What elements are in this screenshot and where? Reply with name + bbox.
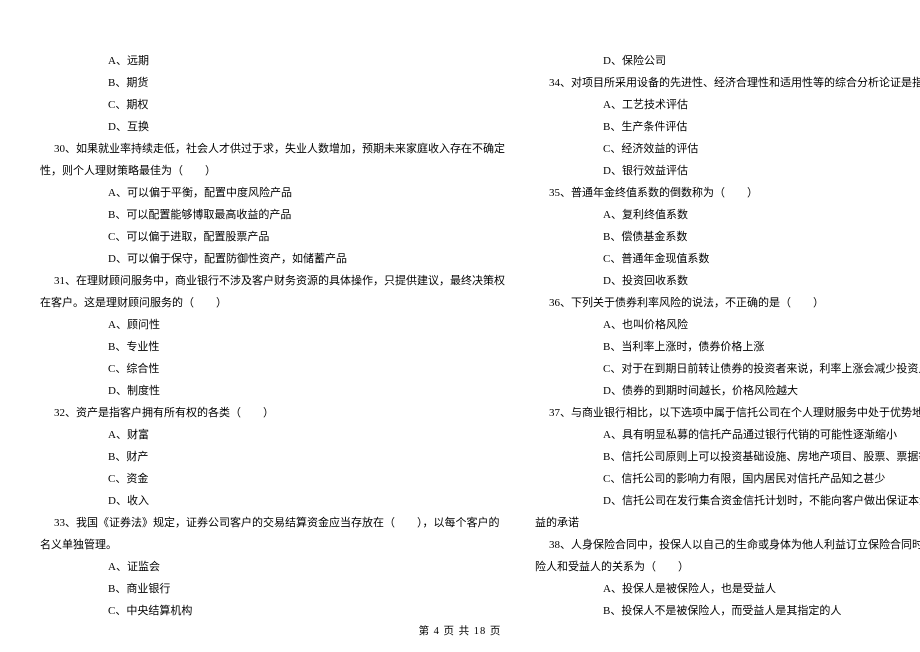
q34-text: 34、对项目所采用设备的先进性、经济合理性和适用性等的综合分析论证是指（ ）	[535, 72, 920, 94]
q33-text-cont: 名义单独管理。	[40, 534, 505, 556]
q34-option-c: C、经济效益的评估	[535, 138, 920, 160]
q31-option-b: B、专业性	[40, 336, 505, 358]
q33-text: 33、我国《证券法》规定，证券公司客户的交易结算资金应当存放在（ ），以每个客户…	[40, 512, 505, 534]
q35-text: 35、普通年金终值系数的倒数称为（ ）	[535, 182, 920, 204]
q32-option-b: B、财产	[40, 446, 505, 468]
q29-option-c: C、期权	[40, 94, 505, 116]
q29-option-d: D、互换	[40, 116, 505, 138]
q31-text-cont: 在客户。这是理财顾问服务的（ ）	[40, 292, 505, 314]
q34-option-b: B、生产条件评估	[535, 116, 920, 138]
q38-text: 38、人身保险合同中，投保人以自己的生命或身体为他人利益订立保险合同时，投保人、…	[535, 534, 920, 556]
q35-option-b: B、偿债基金系数	[535, 226, 920, 248]
q32-text: 32、资产是指客户拥有所有权的各类（ ）	[40, 402, 505, 424]
q36-text: 36、下列关于债券利率风险的说法，不正确的是（ ）	[535, 292, 920, 314]
q37-option-a: A、具有明显私募的信托产品通过银行代销的可能性逐渐缩小	[535, 424, 920, 446]
q35-option-c: C、普通年金现值系数	[535, 248, 920, 270]
q33-option-c: C、中央结算机构	[40, 600, 505, 622]
right-column: D、保险公司 34、对项目所采用设备的先进性、经济合理性和适用性等的综合分析论证…	[535, 50, 920, 622]
q29-option-a: A、远期	[40, 50, 505, 72]
page-footer: 第 4 页 共 18 页	[0, 623, 920, 638]
q38-option-a: A、投保人是被保险人，也是受益人	[535, 578, 920, 600]
q30-option-a: A、可以偏于平衡，配置中度风险产品	[40, 182, 505, 204]
q38-option-b: B、投保人不是被保险人，而受益人是其指定的人	[535, 600, 920, 622]
q37-option-d: D、信托公司在发行集合资金信托计划时，不能向客户做出保证本金的安全以及保证预期收	[535, 490, 920, 512]
q31-option-d: D、制度性	[40, 380, 505, 402]
q31-text: 31、在理财顾问服务中，商业银行不涉及客户财务资源的具体操作，只提供建议，最终决…	[40, 270, 505, 292]
q32-option-a: A、财富	[40, 424, 505, 446]
q30-option-d: D、可以偏于保守，配置防御性资产，如储蓄产品	[40, 248, 505, 270]
q30-option-b: B、可以配置能够博取最高收益的产品	[40, 204, 505, 226]
q36-option-b: B、当利率上涨时，债券价格上涨	[535, 336, 920, 358]
q29-option-b: B、期货	[40, 72, 505, 94]
q32-option-d: D、收入	[40, 490, 505, 512]
q38-text-cont: 险人和受益人的关系为（ ）	[535, 556, 920, 578]
q36-option-c: C、对于在到期日前转让债券的投资者来说，利率上涨会减少投资人的资产收益	[535, 358, 920, 380]
q33-option-d: D、保险公司	[535, 50, 920, 72]
q35-option-a: A、复利终值系数	[535, 204, 920, 226]
q31-option-c: C、综合性	[40, 358, 505, 380]
q37-text-cont: 益的承诺	[535, 512, 920, 534]
q36-option-a: A、也叫价格风险	[535, 314, 920, 336]
q30-text: 30、如果就业率持续走低，社会人才供过于求，失业人数增加，预期未来家庭收入存在不…	[40, 138, 505, 160]
q30-option-c: C、可以偏于进取，配置股票产品	[40, 226, 505, 248]
q37-text: 37、与商业银行相比，以下选项中属于信托公司在个人理财服务中处于优势地位的是（ …	[535, 402, 920, 424]
q37-option-b: B、信托公司原则上可以投资基础设施、房地产项目、股票、票据等多种事业和金融资产	[535, 446, 920, 468]
q30-text-cont: 性，则个人理财策略最佳为（ ）	[40, 160, 505, 182]
q34-option-a: A、工艺技术评估	[535, 94, 920, 116]
q32-option-c: C、资金	[40, 468, 505, 490]
q31-option-a: A、顾问性	[40, 314, 505, 336]
q33-option-a: A、证监会	[40, 556, 505, 578]
q34-option-d: D、银行效益评估	[535, 160, 920, 182]
q37-option-c: C、信托公司的影响力有限，国内居民对信托产品知之甚少	[535, 468, 920, 490]
q36-option-d: D、债券的到期时间越长，价格风险越大	[535, 380, 920, 402]
document-page: A、远期 B、期货 C、期权 D、互换 30、如果就业率持续走低，社会人才供过于…	[0, 0, 920, 652]
q35-option-d: D、投资回收系数	[535, 270, 920, 292]
left-column: A、远期 B、期货 C、期权 D、互换 30、如果就业率持续走低，社会人才供过于…	[40, 50, 505, 622]
q33-option-b: B、商业银行	[40, 578, 505, 600]
